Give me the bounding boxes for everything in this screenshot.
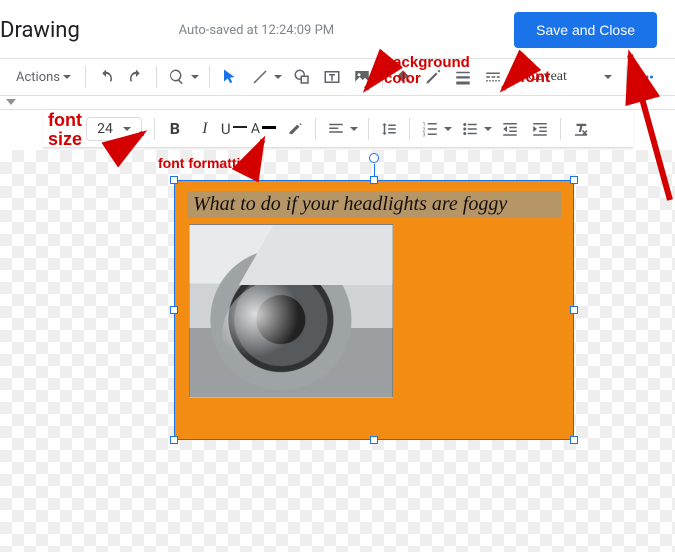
textbox-tool[interactable]: [318, 63, 346, 91]
decrease-indent-button[interactable]: [496, 115, 524, 143]
redo-button[interactable]: [122, 63, 150, 91]
font-name-label: Caveat: [528, 69, 567, 85]
resize-handle-sw[interactable]: [170, 436, 178, 444]
svg-text:3: 3: [422, 132, 425, 138]
resize-handle-e[interactable]: [570, 306, 578, 314]
resize-handle-w[interactable]: [170, 306, 178, 314]
resize-handle-nw[interactable]: [170, 176, 178, 184]
drawing-canvas[interactable]: What to do if your headlights are foggy: [0, 150, 675, 552]
zoom-caret-icon[interactable]: [191, 75, 199, 79]
rotate-handle[interactable]: [369, 153, 379, 163]
ruler: [0, 96, 675, 110]
undo-button[interactable]: [92, 63, 120, 91]
dialog-header: Drawing Auto-saved at 12:24:09 PM Save a…: [0, 0, 675, 58]
underline-button[interactable]: U: [221, 115, 249, 143]
font-size-dropdown[interactable]: 24: [86, 117, 142, 141]
fill-color-button[interactable]: [389, 63, 417, 91]
chevron-down-icon: [123, 127, 131, 131]
resize-handle-se[interactable]: [570, 436, 578, 444]
line-caret-icon[interactable]: [274, 75, 282, 79]
align-caret-icon[interactable]: [350, 127, 358, 131]
border-color-button[interactable]: [419, 63, 447, 91]
border-dash-button[interactable]: [479, 63, 507, 91]
highlight-color-button[interactable]: [281, 115, 309, 143]
shape-textbox[interactable]: What to do if your headlights are foggy: [187, 191, 561, 218]
image-tool[interactable]: [348, 63, 376, 91]
chevron-down-icon: [604, 75, 612, 79]
increase-indent-button[interactable]: [526, 115, 554, 143]
blist-caret-icon[interactable]: [484, 127, 492, 131]
actions-label: Actions: [16, 70, 60, 85]
text-color-button[interactable]: A: [251, 115, 279, 143]
align-button[interactable]: [322, 115, 350, 143]
resize-handle-ne[interactable]: [570, 176, 578, 184]
save-and-close-button[interactable]: Save and Close: [514, 12, 657, 48]
font-family-dropdown[interactable]: Caveat: [520, 65, 620, 89]
shape-tool[interactable]: [288, 63, 316, 91]
primary-toolbar: Actions Caveat: [0, 58, 675, 96]
line-tool[interactable]: [246, 63, 274, 91]
embedded-image[interactable]: [189, 224, 393, 398]
dialog-title: Drawing: [0, 18, 80, 43]
clear-formatting-button[interactable]: [567, 115, 595, 143]
chevron-down-icon: [63, 75, 71, 79]
bold-button[interactable]: B: [161, 115, 189, 143]
italic-button[interactable]: I: [191, 115, 219, 143]
border-weight-button[interactable]: [449, 63, 477, 91]
list-caret-icon[interactable]: [444, 127, 452, 131]
resize-handle-s[interactable]: [370, 436, 378, 444]
actions-menu[interactable]: Actions: [8, 65, 79, 90]
line-spacing-button[interactable]: [375, 115, 403, 143]
font-size-value: 24: [97, 121, 113, 137]
select-tool[interactable]: [216, 63, 244, 91]
autosave-status: Auto-saved at 12:24:09 PM: [179, 23, 335, 38]
numbered-list-button[interactable]: 123: [416, 115, 444, 143]
more-options-button[interactable]: [633, 63, 661, 91]
bulleted-list-button[interactable]: [456, 115, 484, 143]
resize-handle-n[interactable]: [370, 176, 378, 184]
text-toolbar: 24 B I U A 123: [43, 110, 633, 148]
selected-shape[interactable]: What to do if your headlights are foggy: [174, 180, 574, 440]
zoom-button[interactable]: [163, 63, 191, 91]
